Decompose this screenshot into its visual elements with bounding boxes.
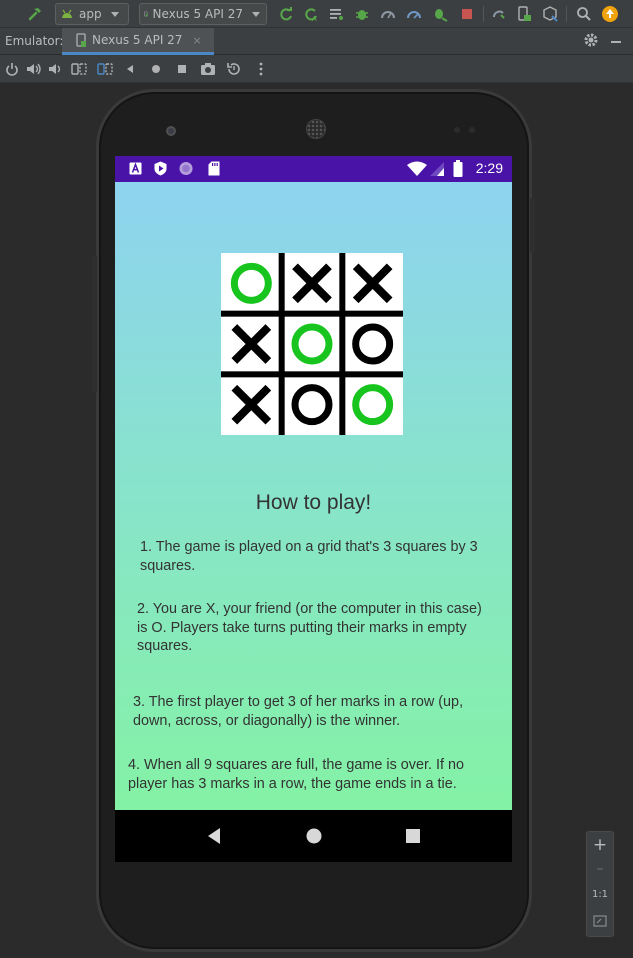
run-config-label: app [79, 7, 102, 21]
fit-screen-icon [593, 915, 607, 927]
power-icon[interactable] [3, 60, 21, 78]
earpiece-speaker [306, 119, 326, 139]
cell-mark-o [352, 384, 394, 426]
cell-mark-x [231, 384, 272, 425]
run-config-select[interactable]: app [55, 3, 129, 25]
sdk-manager-icon[interactable] [540, 4, 560, 24]
home-icon[interactable] [147, 60, 165, 78]
fit-screen-button[interactable] [587, 915, 613, 931]
tic-tac-toe-board-image [221, 253, 403, 435]
cell-mark-o [291, 323, 333, 365]
close-icon[interactable]: × [192, 34, 201, 47]
apply-code-changes-icon[interactable]: A [301, 4, 321, 24]
phone-device-icon [144, 11, 148, 17]
android-icon [62, 9, 72, 18]
rotate-left-icon[interactable] [70, 60, 88, 78]
apply-changes-icon[interactable] [276, 4, 296, 24]
how-to-play-screen: How to play! 1. The game is played on a … [115, 182, 512, 810]
cell-mark-o [291, 384, 333, 426]
board-svg [221, 253, 403, 435]
grid-line-vertical [278, 253, 285, 435]
nav-overview-button[interactable] [405, 827, 421, 845]
rotate-right-icon[interactable] [96, 60, 114, 78]
minimize-icon[interactable] [611, 41, 621, 43]
power-button[interactable] [530, 198, 535, 253]
sync-gradle-icon[interactable] [489, 4, 509, 24]
back-triangle-icon [208, 828, 220, 844]
camera-screenshot-icon[interactable] [199, 60, 217, 78]
chevron-down-icon [110, 11, 119, 17]
phone-device-icon [76, 33, 86, 47]
rule-3-text: 3. The first player to get 3 of her mark… [133, 694, 464, 729]
device-label: Nexus 5 API 27 [152, 7, 243, 21]
battery-icon [453, 160, 463, 177]
rule-2-text: 2. You are X, your friend (or the comput… [137, 601, 482, 654]
front-camera [166, 126, 176, 136]
tab-title: Nexus 5 API 27 [92, 33, 183, 47]
zoom-out-button[interactable]: – [587, 861, 613, 877]
overview-icon[interactable] [173, 60, 191, 78]
emulator-label: Emulator: [5, 34, 64, 48]
volume-down-icon[interactable] [46, 60, 64, 78]
tab-nexus-5-api-27[interactable]: Nexus 5 API 27 × [62, 28, 214, 55]
home-circle-icon [306, 828, 322, 844]
emulator-tab-bar: Emulator: Nexus 5 API 27 × [0, 28, 633, 55]
actual-size-button[interactable]: 1:1 [587, 889, 613, 900]
android-studio-window: app Nexus 5 API 27 A Emulator: Nexus 5 A… [0, 0, 633, 958]
debug-bug-icon[interactable] [352, 4, 372, 24]
restore-snapshot-icon[interactable] [225, 60, 243, 78]
zoom-in-button[interactable]: + [587, 835, 613, 855]
volume-up-icon[interactable] [25, 60, 43, 78]
gauge-icon[interactable] [404, 4, 424, 24]
search-icon[interactable] [574, 4, 594, 24]
grid-line-horizontal [221, 371, 403, 378]
status-bar: 2:29 [115, 156, 512, 182]
page-title: How to play! [255, 491, 372, 514]
attach-debugger-icon[interactable] [430, 4, 450, 24]
zoom-panel: + – 1:1 [586, 831, 614, 937]
more-options-icon[interactable] [252, 60, 270, 78]
accessibility-a-icon [128, 161, 142, 176]
back-icon[interactable] [121, 60, 139, 78]
phone-screen: 2:29 How to play! 1. The game is played … [115, 156, 512, 862]
overview-square-icon [406, 829, 420, 843]
emulator-controls [0, 55, 633, 83]
light-sensor [469, 127, 475, 133]
nav-back-button[interactable] [206, 827, 222, 845]
chevron-down-icon [252, 11, 260, 17]
cell-mark-o [230, 262, 272, 304]
clock: 2:29 [475, 160, 503, 176]
volume-rocker[interactable] [92, 255, 97, 393]
cell-mark-x [231, 324, 272, 364]
update-available-icon[interactable] [600, 4, 620, 24]
circle-notification-icon [179, 161, 193, 176]
nav-home-button[interactable] [305, 827, 323, 845]
make-project-hammer-icon[interactable] [26, 4, 44, 24]
grid-line-horizontal [221, 310, 403, 317]
wifi-icon [407, 161, 427, 176]
gear-icon[interactable] [583, 32, 599, 52]
svg-text:A: A [312, 15, 317, 22]
rule-1-text: 1. The game is played on a grid that's 3… [140, 539, 478, 574]
profile-gauge-icon[interactable] [378, 4, 398, 24]
ide-toolbar: app Nexus 5 API 27 A [0, 0, 633, 28]
sd-card-icon [207, 161, 221, 176]
device-select[interactable]: Nexus 5 API 27 [139, 3, 267, 25]
grid-line-vertical [339, 253, 346, 435]
stop-icon[interactable] [457, 4, 477, 24]
play-protect-shield-icon [153, 161, 167, 176]
cell-mark-x [352, 263, 393, 304]
logcat-list-icon[interactable] [326, 4, 346, 24]
toolbar-divider [566, 6, 567, 22]
avd-manager-icon[interactable] [514, 4, 534, 24]
cell-mark-x [292, 263, 332, 304]
toolbar-divider [483, 6, 484, 22]
navigation-bar [115, 810, 512, 862]
cell-mark-o [352, 323, 394, 365]
proximity-sensor [454, 127, 460, 133]
rule-4-text: 4. When all 9 squares are full, the game… [128, 757, 464, 792]
cell-signal-icon [429, 161, 445, 176]
